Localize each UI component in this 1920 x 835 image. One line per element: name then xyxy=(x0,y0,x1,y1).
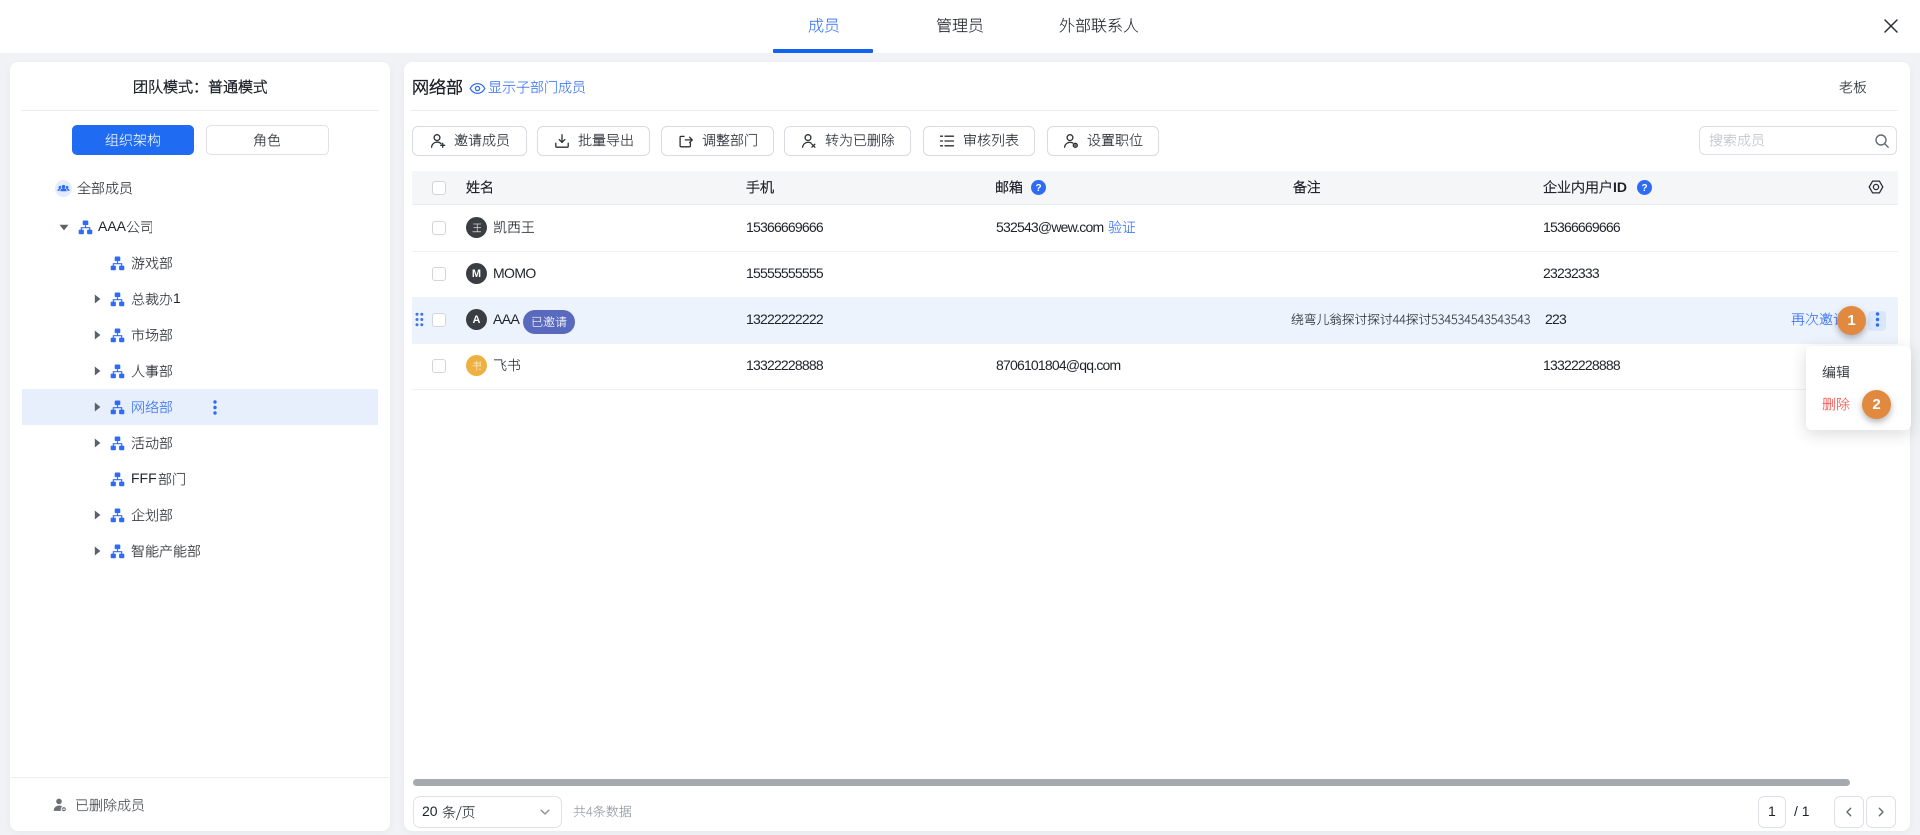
svg-text:?: ? xyxy=(1641,183,1647,194)
svg-text:?: ? xyxy=(1035,183,1041,194)
